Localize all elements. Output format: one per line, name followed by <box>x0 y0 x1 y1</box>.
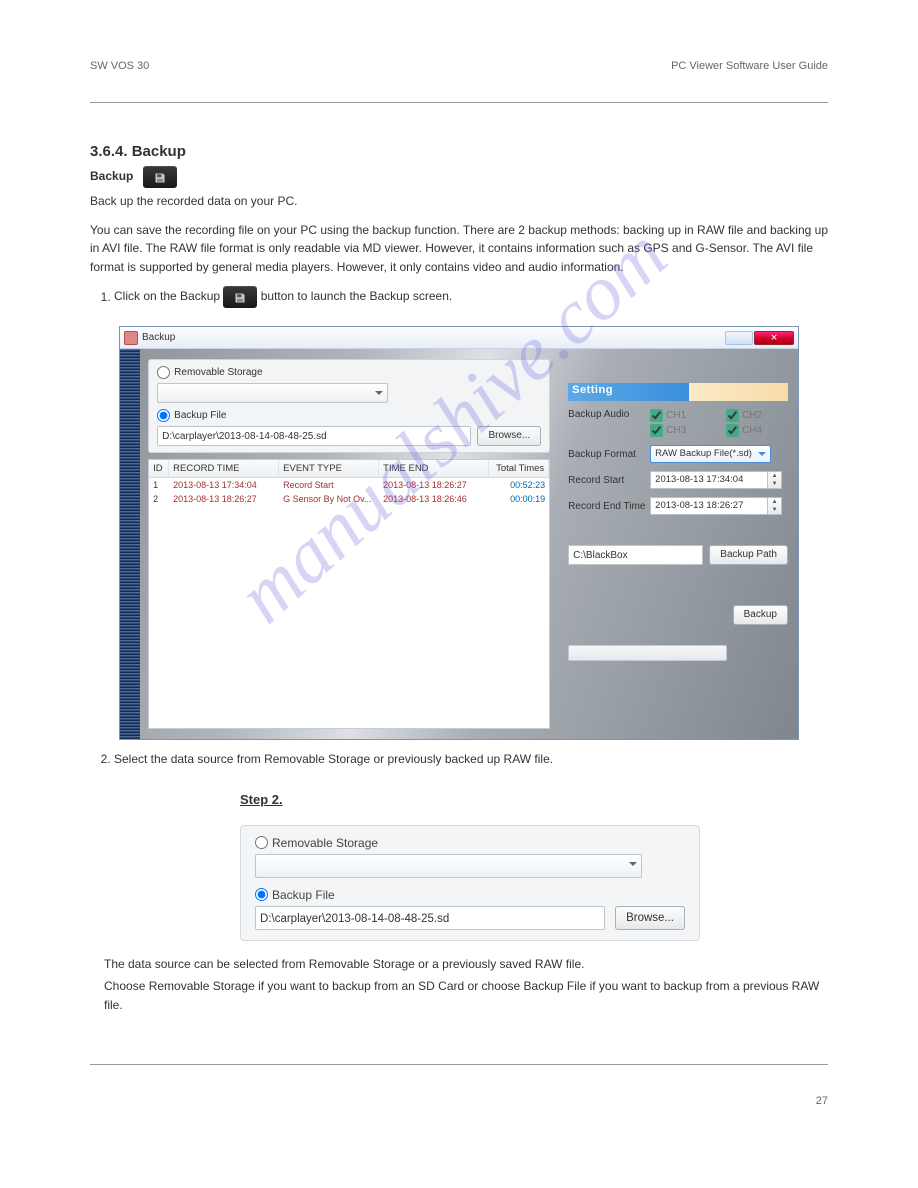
table-row[interactable]: 2 2013-08-13 18:26:27 G Sensor By Not Ov… <box>149 492 549 506</box>
backup-format-label: Backup Format <box>568 449 650 460</box>
section-title-backup: 3.6.4. Backup <box>90 143 828 160</box>
record-start-input[interactable]: 2013-08-13 17:34:04 <box>650 471 768 489</box>
col-record-time[interactable]: RECORD TIME <box>169 460 279 477</box>
backup-file-radio[interactable] <box>255 888 268 901</box>
removable-storage-radio[interactable] <box>157 366 170 379</box>
browse-button[interactable]: Browse... <box>615 906 685 930</box>
page-header: SW VOS 30 PC Viewer Software User Guide <box>90 60 828 72</box>
app-icon <box>124 331 138 345</box>
backup-path-input[interactable]: C:\BlackBox <box>568 545 703 565</box>
backup-file-label: Backup File <box>272 888 335 902</box>
backup-progress <box>568 645 726 661</box>
removable-storage-label: Removable Storage <box>272 836 378 850</box>
close-button[interactable] <box>754 331 794 345</box>
backup-explain: You can save the recording file on your … <box>90 221 828 277</box>
table-row[interactable]: 1 2013-08-13 17:34:04 Record Start 2013-… <box>149 478 549 492</box>
ch3-checkbox[interactable] <box>650 424 663 437</box>
backup-file-radio[interactable] <box>157 409 170 422</box>
ch4-checkbox[interactable] <box>726 424 739 437</box>
record-start-spinner[interactable]: ▲▼ <box>768 471 782 489</box>
floppy-icon <box>143 166 177 188</box>
record-end-input[interactable]: 2013-08-13 18:26:27 <box>650 497 768 515</box>
backup-file-path-input[interactable]: D:\carplayer\2013-08-14-08-48-25.sd <box>157 426 471 446</box>
record-end-spinner[interactable]: ▲▼ <box>768 497 782 515</box>
window-title: Backup <box>142 332 175 343</box>
source-group: Removable Storage Backup File D:\carplay… <box>148 359 550 453</box>
backup-audio-label: Backup Audio <box>568 409 650 420</box>
backup-window: Backup Removable Storage <box>119 326 799 740</box>
source-panel-zoom: Removable Storage Backup File D:\carplay… <box>240 825 700 941</box>
backup-btn-label: Backup <box>90 169 133 183</box>
header-right: PC Viewer Software User Guide <box>671 60 828 72</box>
header-rule <box>90 102 828 103</box>
removable-storage-combo[interactable] <box>157 383 387 403</box>
step-2: Select the data source from Removable St… <box>114 750 828 769</box>
col-time-end[interactable]: TIME END <box>379 460 489 477</box>
removable-storage-label: Removable Storage <box>174 367 262 378</box>
titlebar[interactable]: Backup <box>120 327 798 349</box>
col-id[interactable]: ID <box>149 460 169 477</box>
minimize-button[interactable] <box>725 331 753 345</box>
backup-intro: Back up the recorded data on your PC. <box>90 192 828 211</box>
browse-button[interactable]: Browse... <box>477 426 541 446</box>
col-event-type[interactable]: EVENT TYPE <box>279 460 379 477</box>
removable-storage-combo[interactable] <box>255 854 642 878</box>
backup-button[interactable]: Backup <box>733 605 788 625</box>
backup-file-path-input[interactable]: D:\carplayer\2013-08-14-08-48-25.sd <box>255 906 605 930</box>
removable-storage-radio[interactable] <box>255 836 268 849</box>
settings-header: Setting <box>568 383 788 401</box>
floppy-icon <box>223 286 257 308</box>
step2-p1: The data source can be selected from Rem… <box>104 955 828 974</box>
step2-heading: Step 2. <box>240 792 828 807</box>
backup-path-button[interactable]: Backup Path <box>709 545 788 565</box>
steps-list: Click on the Backup button to launch the… <box>114 286 828 308</box>
steps-list-2: Select the data source from Removable St… <box>114 750 828 769</box>
step-1: Click on the Backup button to launch the… <box>114 286 828 308</box>
window-sidebar <box>120 349 140 739</box>
record-start-label: Record Start <box>568 475 650 486</box>
footer-rule <box>90 1064 828 1065</box>
page-number: 27 <box>816 1095 828 1107</box>
backup-label-row: Backup <box>90 166 828 188</box>
record-table: ID RECORD TIME EVENT TYPE TIME END Total… <box>148 459 550 729</box>
backup-file-label: Backup File <box>174 410 226 421</box>
ch2-checkbox[interactable] <box>726 409 739 422</box>
ch1-checkbox[interactable] <box>650 409 663 422</box>
col-total-times[interactable]: Total Times <box>489 460 549 477</box>
header-left: SW VOS 30 <box>90 60 149 72</box>
page-footer: 27 <box>90 1095 828 1107</box>
backup-format-select[interactable]: RAW Backup File(*.sd) <box>650 445 771 463</box>
step2-p2: Choose Removable Storage if you want to … <box>104 977 828 1014</box>
record-end-label: Record End Time <box>568 501 650 512</box>
